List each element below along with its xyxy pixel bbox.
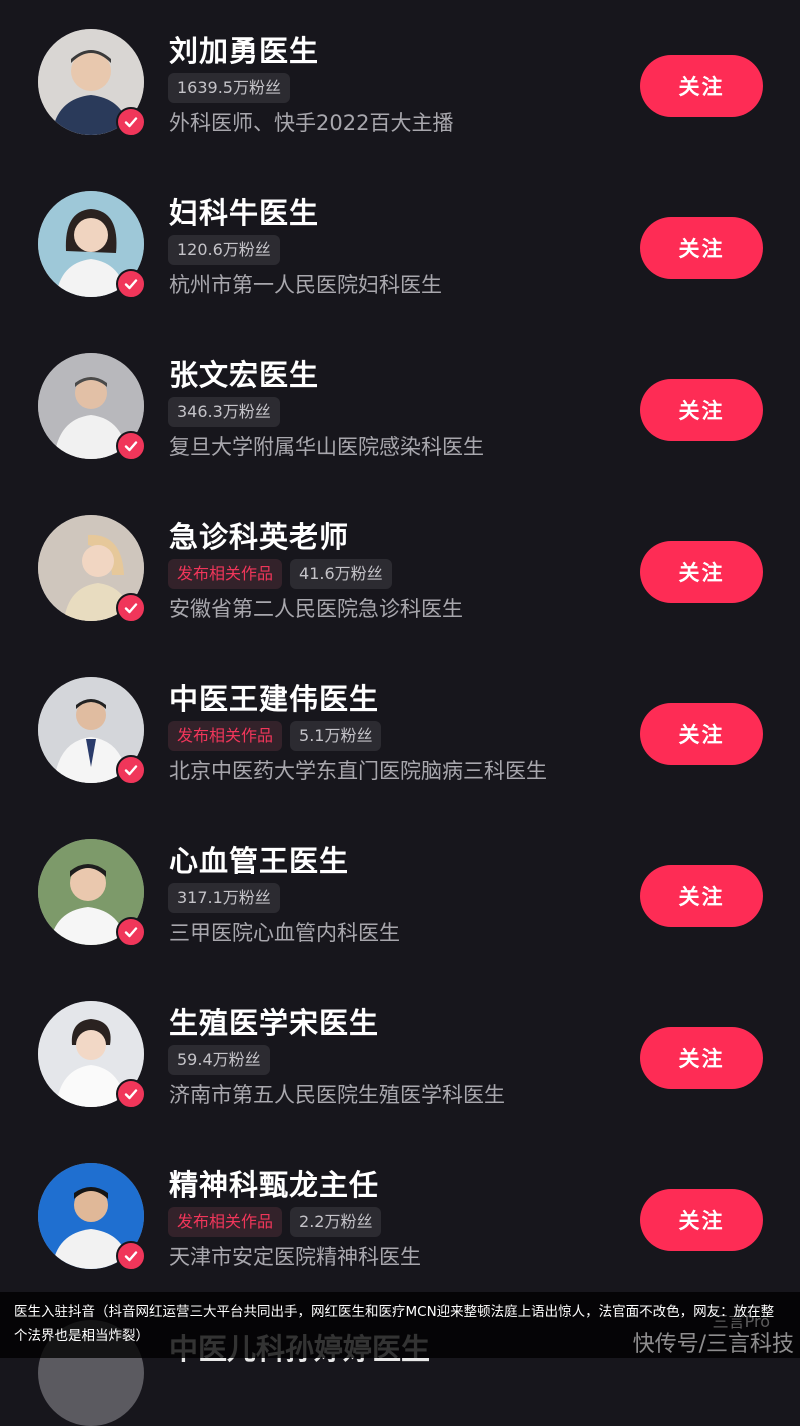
fans-badge: 346.3万粉丝 — [168, 397, 280, 427]
doctor-description: 天津市安定医院精神科医生 — [169, 1245, 421, 1269]
doctor-description: 济南市第五人民医院生殖医学科医生 — [169, 1083, 505, 1107]
doctor-name: 中医王建伟医生 — [169, 682, 380, 716]
checkmark-icon — [116, 917, 146, 947]
fans-badge: 120.6万粉丝 — [168, 235, 280, 265]
checkmark-icon — [116, 431, 146, 461]
doctor-name: 急诊科英老师 — [169, 520, 350, 554]
follow-button[interactable]: 关注 — [640, 865, 763, 927]
badges: 发布相关作品 41.6万粉丝 — [168, 559, 392, 589]
list-item[interactable]: 中医王建伟医生 发布相关作品 5.1万粉丝 北京中医药大学东直门医院脑病三科医生… — [0, 648, 800, 810]
badges: 317.1万粉丝 — [168, 883, 280, 913]
list-item[interactable]: 生殖医学宋医生 59.4万粉丝 济南市第五人民医院生殖医学科医生 关注 — [0, 972, 800, 1134]
fans-badge: 1639.5万粉丝 — [168, 73, 290, 103]
doctor-name: 张文宏医生 — [169, 358, 320, 392]
badges: 346.3万粉丝 — [168, 397, 280, 427]
list-item[interactable]: 心血管王医生 317.1万粉丝 三甲医院心血管内科医生 关注 — [0, 810, 800, 972]
follow-button[interactable]: 关注 — [640, 55, 763, 117]
doctor-description: 安徽省第二人民医院急诊科医生 — [169, 597, 463, 621]
doctor-name: 生殖医学宋医生 — [169, 1006, 380, 1040]
watermark: 快传号/三言科技 — [632, 1332, 794, 1357]
doctor-name: 心血管王医生 — [169, 844, 350, 878]
badges: 120.6万粉丝 — [168, 235, 280, 265]
list-item[interactable]: 急诊科英老师 发布相关作品 41.6万粉丝 安徽省第二人民医院急诊科医生 关注 — [0, 486, 800, 648]
badges: 1639.5万粉丝 — [168, 73, 290, 103]
badges: 发布相关作品 2.2万粉丝 — [168, 1207, 382, 1237]
works-badge: 发布相关作品 — [168, 721, 283, 751]
checkmark-icon — [116, 1079, 146, 1109]
doctor-description: 北京中医药大学东直门医院脑病三科医生 — [169, 759, 547, 783]
badges: 59.4万粉丝 — [168, 1045, 270, 1075]
checkmark-icon — [116, 1241, 146, 1271]
checkmark-icon — [116, 269, 146, 299]
badges: 发布相关作品 5.1万粉丝 — [168, 721, 382, 751]
follow-button[interactable]: 关注 — [640, 217, 763, 279]
checkmark-icon — [116, 593, 146, 623]
works-badge: 发布相关作品 — [168, 559, 283, 589]
doctor-description: 三甲医院心血管内科医生 — [169, 921, 400, 945]
follow-button[interactable]: 关注 — [640, 541, 763, 603]
checkmark-icon — [116, 755, 146, 785]
fans-badge: 59.4万粉丝 — [168, 1045, 270, 1075]
checkmark-icon — [116, 107, 146, 137]
fans-badge: 317.1万粉丝 — [168, 883, 280, 913]
follow-button[interactable]: 关注 — [640, 703, 763, 765]
follow-button[interactable]: 关注 — [640, 1027, 763, 1089]
doctor-name: 精神科甄龙主任 — [169, 1168, 380, 1202]
doctor-description: 外科医师、快手2022百大主播 — [169, 111, 454, 135]
follow-button[interactable]: 关注 — [640, 1189, 763, 1251]
doctor-name: 刘加勇医生 — [169, 34, 320, 68]
fans-badge: 41.6万粉丝 — [290, 559, 392, 589]
doctor-name: 妇科牛医生 — [169, 196, 320, 230]
list-item[interactable]: 张文宏医生 346.3万粉丝 复旦大学附属华山医院感染科医生 关注 — [0, 324, 800, 486]
list-item[interactable]: 刘加勇医生 1639.5万粉丝 外科医师、快手2022百大主播 关注 — [0, 0, 800, 162]
fans-badge: 2.2万粉丝 — [290, 1207, 382, 1237]
list-item[interactable]: 精神科甄龙主任 发布相关作品 2.2万粉丝 天津市安定医院精神科医生 关注 — [0, 1134, 800, 1296]
works-badge: 发布相关作品 — [168, 1207, 283, 1237]
doctor-description: 杭州市第一人民医院妇科医生 — [169, 273, 442, 297]
follow-button[interactable]: 关注 — [640, 379, 763, 441]
list-item[interactable]: 妇科牛医生 120.6万粉丝 杭州市第一人民医院妇科医生 关注 — [0, 162, 800, 324]
fans-badge: 5.1万粉丝 — [290, 721, 382, 751]
doctor-description: 复旦大学附属华山医院感染科医生 — [169, 435, 484, 459]
